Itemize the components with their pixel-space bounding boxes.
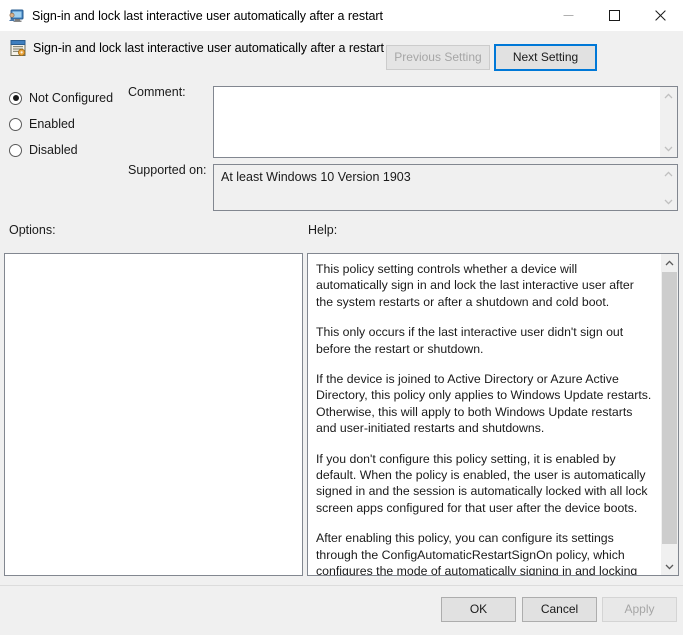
radio-disabled-icon[interactable] <box>9 144 22 157</box>
supported-on-value: At least Windows 10 Version 1903 <box>221 170 411 184</box>
scroll-up-icon[interactable] <box>660 87 677 104</box>
comment-textbox[interactable] <box>213 86 678 158</box>
window-title: Sign-in and lock last interactive user a… <box>32 9 383 23</box>
scroll-down-icon[interactable] <box>661 558 678 575</box>
help-scrollbar[interactable] <box>661 254 678 575</box>
help-paragraph: This only occurs if the last interactive… <box>316 324 652 357</box>
window-controls <box>545 0 683 31</box>
options-panel[interactable] <box>4 253 303 576</box>
supported-on-scrollbar[interactable] <box>660 165 677 210</box>
comment-textbox-value[interactable] <box>214 87 660 157</box>
help-paragraph: If you don't configure this policy setti… <box>316 451 652 517</box>
cancel-button[interactable]: Cancel <box>522 597 597 622</box>
supported-on-textbox: At least Windows 10 Version 1903 <box>213 164 678 211</box>
maximize-icon[interactable] <box>591 0 637 31</box>
scroll-up-icon[interactable] <box>661 254 678 271</box>
ok-button[interactable]: OK <box>441 597 516 622</box>
comment-label: Comment: <box>128 85 186 99</box>
radio-enabled-icon[interactable] <box>9 118 22 131</box>
close-icon[interactable] <box>637 0 683 31</box>
help-paragraph: If the device is joined to Active Direct… <box>316 371 652 437</box>
radio-not-configured-icon[interactable] <box>9 92 22 105</box>
help-label: Help: <box>308 223 337 237</box>
window-title-bar[interactable]: Sign-in and lock last interactive user a… <box>0 0 683 31</box>
next-setting-button[interactable]: Next Setting <box>494 44 597 71</box>
radio-enabled[interactable]: Enabled <box>9 111 129 137</box>
radio-not-configured[interactable]: Not Configured <box>9 85 129 111</box>
policy-setting-title: Sign-in and lock last interactive user a… <box>33 41 384 55</box>
minimize-icon[interactable] <box>545 0 591 31</box>
policy-user-monitor-icon <box>8 8 24 24</box>
policy-state-radio-group: Not Configured Enabled Disabled <box>9 85 129 163</box>
scroll-up-icon[interactable] <box>660 165 677 182</box>
options-label: Options: <box>9 223 56 237</box>
supported-on-label: Supported on: <box>128 163 207 177</box>
group-policy-setting-icon <box>9 39 27 57</box>
scroll-down-icon[interactable] <box>660 140 677 157</box>
help-panel: This policy setting controls whether a d… <box>307 253 679 576</box>
radio-disabled-label: Disabled <box>29 143 78 157</box>
radio-disabled[interactable]: Disabled <box>9 137 129 163</box>
help-paragraph: This policy setting controls whether a d… <box>316 261 652 310</box>
comment-scrollbar[interactable] <box>660 87 677 157</box>
options-panel-content[interactable] <box>5 254 302 575</box>
previous-setting-button[interactable]: Previous Setting <box>386 45 490 70</box>
radio-enabled-label: Enabled <box>29 117 75 131</box>
scroll-down-icon[interactable] <box>660 193 677 210</box>
help-paragraph: After enabling this policy, you can conf… <box>316 530 652 575</box>
help-scrollbar-thumb[interactable] <box>662 272 677 544</box>
radio-not-configured-label: Not Configured <box>29 91 113 105</box>
help-text: This policy setting controls whether a d… <box>316 261 652 575</box>
apply-button[interactable]: Apply <box>602 597 677 622</box>
